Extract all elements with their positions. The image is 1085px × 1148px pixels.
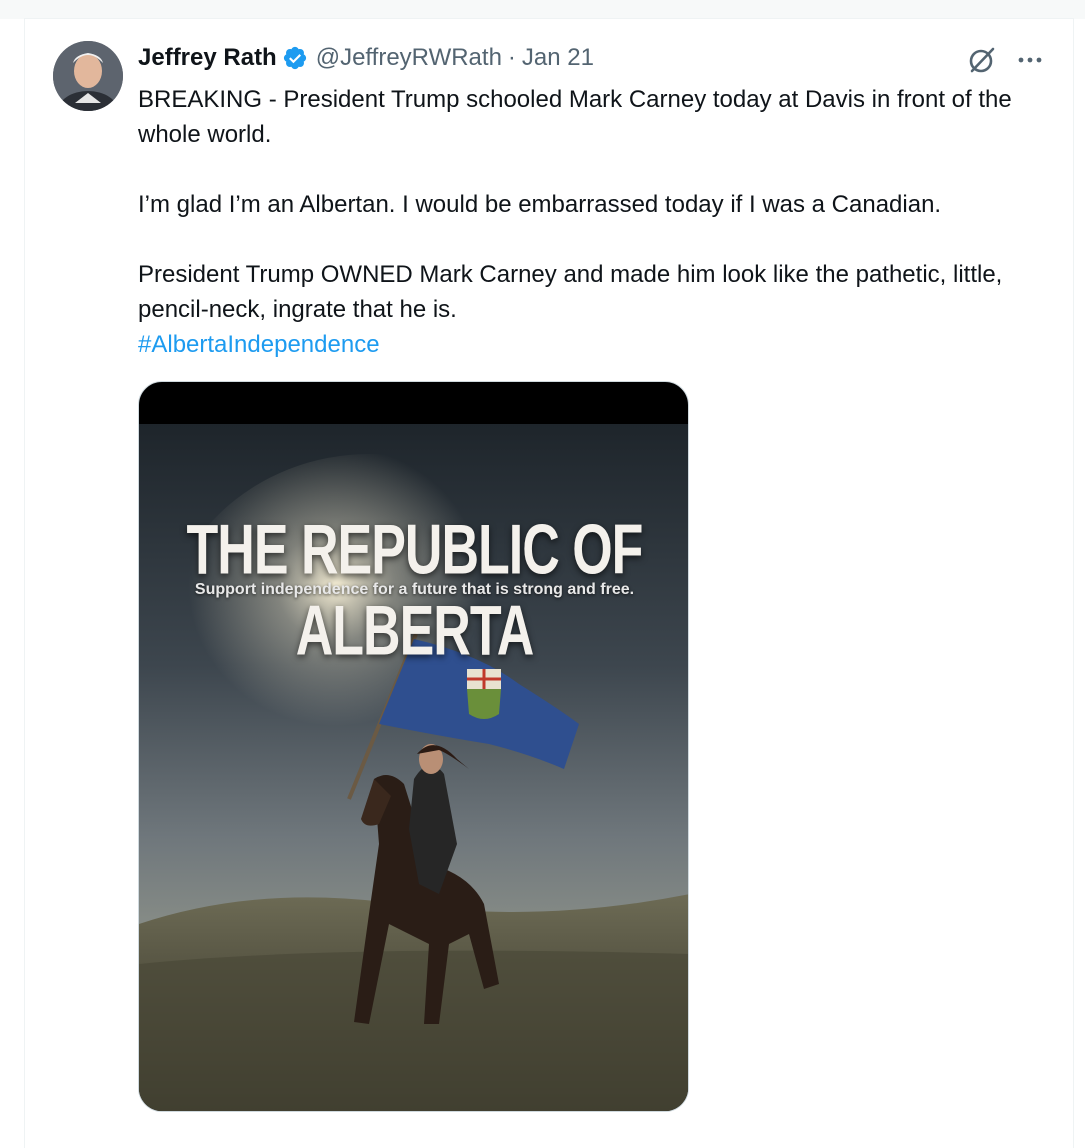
tweet-header: Jeffrey Rath @JeffreyRWRath · Jan 21 (138, 42, 594, 74)
tweet-date[interactable]: Jan 21 (522, 44, 594, 72)
more-icon[interactable] (1014, 44, 1046, 76)
tweet-text: BREAKING - President Trump schooled Mark… (138, 82, 1048, 362)
separator-dot: · (507, 44, 516, 71)
avatar-image (53, 41, 123, 111)
poster-subtitle: Support independence for a future that i… (194, 581, 635, 598)
page-top-strip (0, 0, 1085, 19)
tweet-paragraph-3: President Trump OWNED Mark Carney and ma… (138, 261, 1003, 323)
avatar[interactable] (53, 41, 123, 111)
hashtag-link[interactable]: #AlbertaIndependence (138, 331, 380, 358)
poster-image: THE REPUBLIC OF ALBERTA Support independ… (139, 424, 688, 1111)
tweet-media-image[interactable]: THE REPUBLIC OF ALBERTA Support independ… (138, 381, 689, 1112)
grok-icon[interactable] (966, 44, 998, 76)
author-display-name[interactable]: Jeffrey Rath (138, 44, 277, 72)
verified-badge-icon[interactable] (282, 45, 308, 71)
tweet-paragraph-1: BREAKING - President Trump schooled Mark… (138, 86, 1012, 148)
author-handle[interactable]: @JeffreyRWRath (316, 44, 502, 72)
tweet-paragraph-2: I’m glad I’m an Albertan. I would be emb… (138, 191, 942, 218)
